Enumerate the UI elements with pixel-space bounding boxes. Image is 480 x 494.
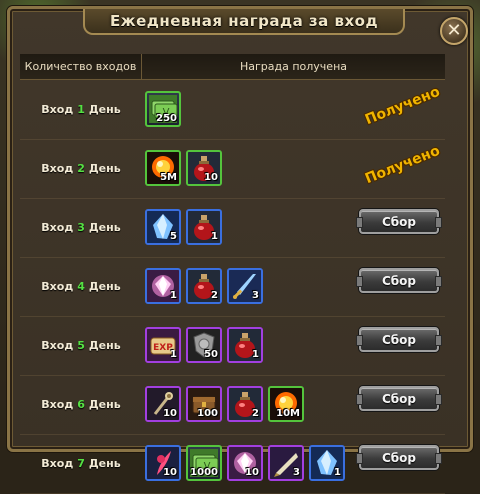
item-quantity: 1 [170,349,177,360]
reward-item[interactable]: 10 [186,150,222,186]
day-number: 2 [77,162,85,175]
day-number: 7 [77,457,85,470]
reward-item[interactable]: 10 [145,386,181,422]
item-quantity: 1 [252,349,259,360]
collect-button[interactable]: Сбор [356,386,442,411]
day-suffix: День [88,162,121,175]
reward-row: Вход 4 День 1 2 3 Сбор [20,257,445,317]
reward-item[interactable]: 2 [227,386,263,422]
reward-row: Вход 2 День 5M 10 Получено [20,139,445,199]
reward-row: Вход 6 День 10 100 2 10M Сбор [20,375,445,435]
item-quantity: 1 [211,231,218,242]
day-number: 1 [77,103,85,116]
header-login-count: Количество входов [20,54,142,79]
item-quantity: 1000 [190,467,218,478]
day-suffix: День [88,280,121,293]
day-number: 4 [77,280,85,293]
item-quantity: 1 [334,467,341,478]
reward-item[interactable]: 1 [186,209,222,245]
reward-item[interactable]: 5M [145,150,181,186]
item-quantity: 3 [252,290,259,301]
collect-button[interactable]: Сбор [356,327,442,352]
reward-item[interactable]: 2 [186,268,222,304]
item-quantity: 5 [170,231,177,242]
item-quantity: 100 [197,408,218,419]
collect-button[interactable]: Сбор [356,445,442,470]
reward-row: Вход 7 День 10 V 1000 10 3 1 Сбор [20,434,445,494]
reward-item[interactable]: 10 [227,445,263,481]
item-quantity: 10 [204,172,218,183]
reward-item[interactable]: 50 [186,327,222,363]
login-prefix: Вход [41,339,74,352]
collect-button[interactable]: Сбор [356,268,442,293]
login-prefix: Вход [41,221,74,234]
header-reward: Награда получена [239,60,348,73]
reward-table: Количество входов Награда получена Вход 1… [20,54,445,494]
item-quantity: 5M [160,172,177,183]
item-quantity: 10M [276,408,300,419]
item-quantity: 1 [170,290,177,301]
received-stamp: Получено [362,83,443,129]
reward-item[interactable]: 3 [227,268,263,304]
title-bar: Ежедневная награда за вход [83,9,405,35]
login-prefix: Вход [41,457,74,470]
day-suffix: День [88,103,121,116]
login-prefix: Вход [41,162,74,175]
close-button[interactable]: ✕ [440,17,468,45]
reward-item[interactable]: 3 [268,445,304,481]
table-header: Количество входов Награда получена [20,54,445,80]
row-day-label: Вход 7 День [20,434,142,493]
reward-item[interactable]: V 1000 [186,445,222,481]
row-day-label: Вход 1 День [20,80,142,139]
day-suffix: День [88,398,121,411]
reward-row: Вход 1 День V 250 Получено [20,80,445,140]
reward-item[interactable]: 1 [309,445,345,481]
reward-item[interactable]: 1 [145,268,181,304]
row-day-label: Вход 3 День [20,198,142,257]
reward-item[interactable]: 100 [186,386,222,422]
row-day-label: Вход 5 День [20,316,142,375]
row-day-label: Вход 2 День [20,139,142,198]
day-number: 3 [77,221,85,234]
item-quantity: 2 [252,408,259,419]
login-prefix: Вход [41,280,74,293]
item-quantity: 10 [245,467,259,478]
item-quantity: 3 [293,467,300,478]
day-number: 6 [77,398,85,411]
item-quantity: 250 [156,113,177,124]
row-day-label: Вход 4 День [20,257,142,316]
reward-item[interactable]: EXP 1 [145,327,181,363]
reward-item[interactable]: 10 [145,445,181,481]
day-number: 5 [77,339,85,352]
reward-row: Вход 3 День 5 1 Сбор [20,198,445,258]
day-suffix: День [88,457,121,470]
reward-item[interactable]: V 250 [145,91,181,127]
reward-item[interactable]: 1 [227,327,263,363]
row-day-label: Вход 6 День [20,375,142,434]
window-title: Ежедневная награда за вход [109,12,379,30]
item-quantity: 10 [163,408,177,419]
reward-item[interactable]: 10M [268,386,304,422]
reward-row: Вход 5 День EXP 1 50 1 Сбор [20,316,445,376]
item-quantity: 10 [163,467,177,478]
received-stamp: Получено [362,142,443,188]
reward-item[interactable]: 5 [145,209,181,245]
day-suffix: День [88,221,121,234]
login-prefix: Вход [41,398,74,411]
item-quantity: 50 [204,349,218,360]
login-prefix: Вход [41,103,74,116]
collect-button[interactable]: Сбор [356,209,442,234]
day-suffix: День [88,339,121,352]
close-icon: ✕ [446,20,462,41]
item-quantity: 2 [211,290,218,301]
